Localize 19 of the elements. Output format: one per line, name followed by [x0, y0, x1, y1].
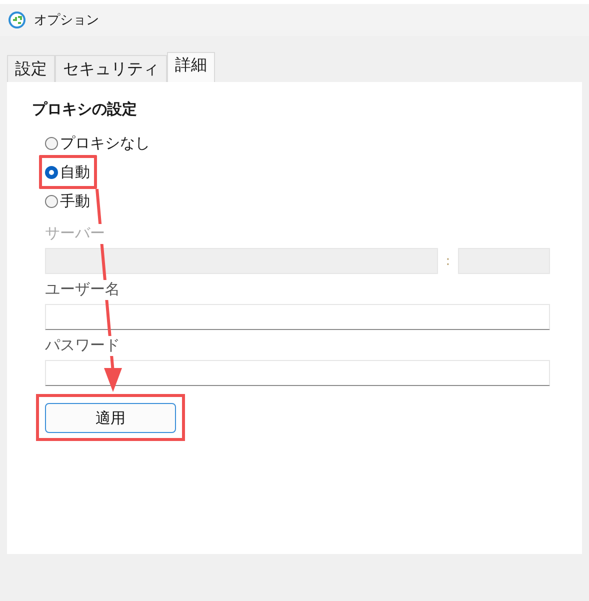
- window-title: オプション: [34, 12, 99, 29]
- radio-option[interactable]: プロキシなし: [45, 131, 150, 155]
- tab[interactable]: セキュリティ: [55, 55, 167, 82]
- input-field[interactable]: [45, 304, 550, 330]
- radio-option[interactable]: 手動: [45, 189, 90, 213]
- radio-option[interactable]: 自動: [45, 160, 90, 184]
- field-label: サーバー: [45, 224, 105, 244]
- app-logo-icon: [8, 11, 26, 29]
- radio-button[interactable]: [45, 166, 58, 178]
- input-field[interactable]: [45, 360, 550, 386]
- apply-button[interactable]: 適用: [45, 403, 176, 433]
- section-heading: プロキシの設定: [32, 100, 137, 119]
- field-label: ユーザー名: [45, 280, 120, 300]
- radio-button[interactable]: [45, 194, 58, 208]
- separator-text: :: [444, 254, 452, 268]
- tab[interactable]: 詳細: [167, 52, 215, 82]
- field-label: パスワード: [45, 336, 120, 356]
- tab[interactable]: 設定: [7, 55, 55, 82]
- radio-button[interactable]: [45, 136, 58, 150]
